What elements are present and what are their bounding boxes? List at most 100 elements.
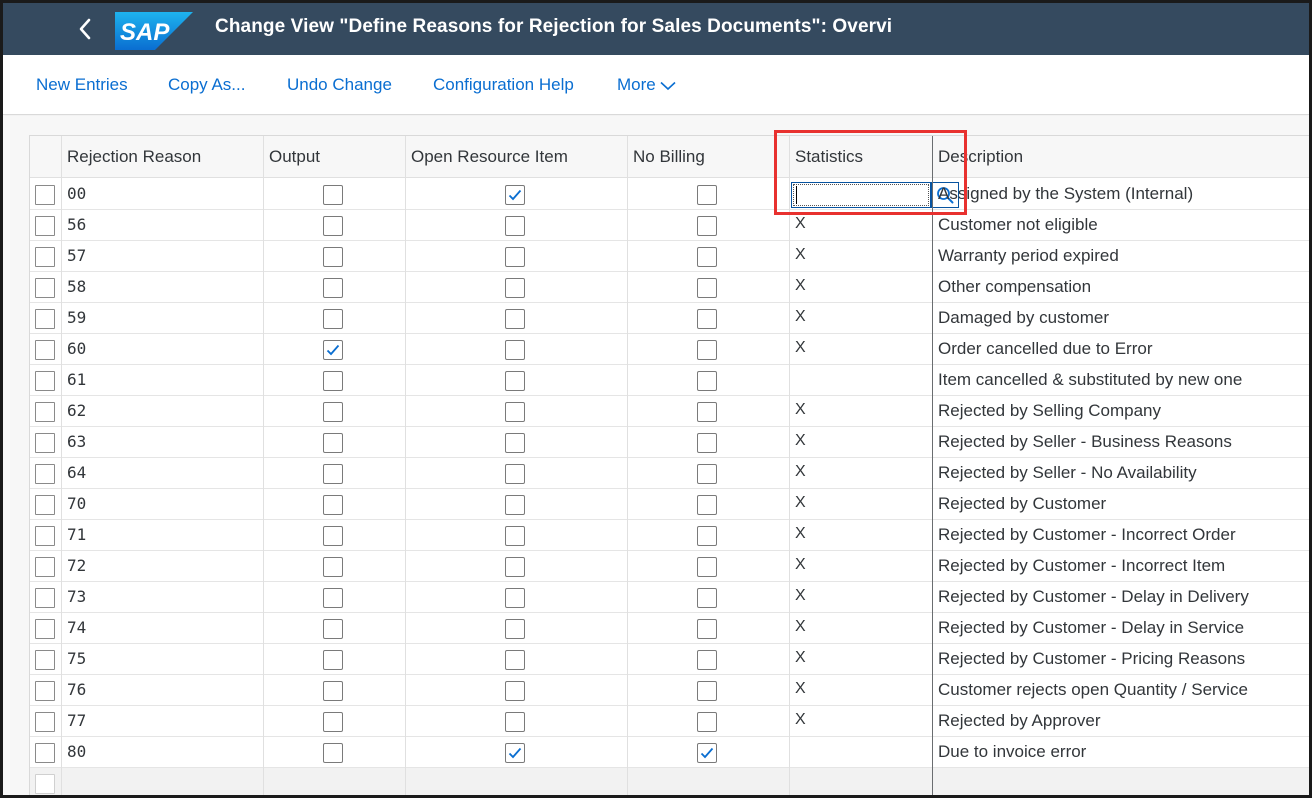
col-header-description[interactable]: Description	[938, 147, 1023, 167]
output-checkbox[interactable]	[323, 464, 343, 484]
table-row[interactable]: 73 X Rejected by Customer - Delay in Deliv…	[30, 582, 1309, 613]
no-billing-checkbox[interactable]	[697, 588, 717, 608]
no-billing-checkbox[interactable]	[697, 185, 717, 205]
table-row[interactable]: 80 Due to invoice error	[30, 737, 1309, 768]
open-resource-item-checkbox[interactable]	[505, 278, 525, 298]
output-checkbox[interactable]	[323, 340, 343, 360]
row-select-checkbox[interactable]	[35, 619, 55, 639]
open-resource-item-checkbox[interactable]	[505, 247, 525, 267]
row-select-checkbox[interactable]	[35, 650, 55, 670]
open-resource-item-checkbox[interactable]	[505, 340, 525, 360]
open-resource-item-checkbox[interactable]	[505, 216, 525, 236]
no-billing-checkbox[interactable]	[697, 402, 717, 422]
row-select-checkbox[interactable]	[35, 278, 55, 298]
new-entries-button[interactable]: New Entries	[36, 75, 128, 95]
output-checkbox[interactable]	[323, 402, 343, 422]
table-row[interactable]: 59 X Damaged by customer	[30, 303, 1309, 334]
row-select-checkbox[interactable]	[35, 495, 55, 515]
no-billing-checkbox[interactable]	[697, 247, 717, 267]
open-resource-item-checkbox[interactable]	[505, 557, 525, 577]
no-billing-checkbox[interactable]	[697, 464, 717, 484]
output-checkbox[interactable]	[323, 743, 343, 763]
output-checkbox[interactable]	[323, 371, 343, 391]
col-header-no-billing[interactable]: No Billing	[633, 147, 705, 167]
no-billing-checkbox[interactable]	[697, 681, 717, 701]
row-select-checkbox[interactable]	[35, 402, 55, 422]
table-row[interactable]: 64 X Rejected by Seller - No Availability	[30, 458, 1309, 489]
copy-as-button[interactable]: Copy As...	[168, 75, 245, 95]
statistics-input[interactable]	[791, 182, 931, 208]
open-resource-item-checkbox[interactable]	[505, 619, 525, 639]
row-select-checkbox[interactable]	[35, 743, 55, 763]
output-checkbox[interactable]	[323, 619, 343, 639]
undo-change-button[interactable]: Undo Change	[287, 75, 392, 95]
no-billing-checkbox[interactable]	[697, 557, 717, 577]
table-row[interactable]: 61 Item cancelled & substituted by new on…	[30, 365, 1309, 396]
row-select-checkbox[interactable]	[35, 557, 55, 577]
open-resource-item-checkbox[interactable]	[505, 433, 525, 453]
no-billing-checkbox[interactable]	[697, 216, 717, 236]
row-select-checkbox[interactable]	[35, 464, 55, 484]
output-checkbox[interactable]	[323, 712, 343, 732]
open-resource-item-checkbox[interactable]	[505, 464, 525, 484]
table-row[interactable]: 62 X Rejected by Selling Company	[30, 396, 1309, 427]
row-select-checkbox[interactable]	[35, 588, 55, 608]
table-row[interactable]: 71 X Rejected by Customer - Incorrect Orde…	[30, 520, 1309, 551]
table-row[interactable]: 72 X Rejected by Customer - Incorrect Item	[30, 551, 1309, 582]
no-billing-checkbox[interactable]	[697, 371, 717, 391]
open-resource-item-checkbox[interactable]	[505, 495, 525, 515]
configuration-help-button[interactable]: Configuration Help	[433, 75, 574, 95]
row-select-checkbox[interactable]	[35, 681, 55, 701]
no-billing-checkbox[interactable]	[697, 340, 717, 360]
no-billing-checkbox[interactable]	[697, 309, 717, 329]
row-select-checkbox[interactable]	[35, 433, 55, 453]
col-header-output[interactable]: Output	[269, 147, 320, 167]
table-row[interactable]: 57 X Warranty period expired	[30, 241, 1309, 272]
more-menu-button[interactable]: More	[617, 75, 676, 95]
table-row[interactable]: 77 X Rejected by Approver	[30, 706, 1309, 737]
row-select-checkbox[interactable]	[35, 371, 55, 391]
table-row[interactable]: 56 X Customer not eligible	[30, 210, 1309, 241]
table-row[interactable]: 58 X Other compensation	[30, 272, 1309, 303]
table-row[interactable]: 76 X Customer rejects open Quantity / Serv…	[30, 675, 1309, 706]
col-header-rejection-reason[interactable]: Rejection Reason	[67, 147, 201, 167]
open-resource-item-checkbox[interactable]	[505, 371, 525, 391]
output-checkbox[interactable]	[323, 309, 343, 329]
output-checkbox[interactable]	[323, 495, 343, 515]
row-select-checkbox[interactable]	[35, 309, 55, 329]
no-billing-checkbox[interactable]	[697, 495, 717, 515]
table-row[interactable]: 00 Assigned by the System (Internal)	[30, 179, 1309, 210]
open-resource-item-checkbox[interactable]	[505, 743, 525, 763]
table-row[interactable]: 74 X Rejected by Customer - Delay in Servi…	[30, 613, 1309, 644]
table-row[interactable]: 63 X Rejected by Seller - Business Reasons	[30, 427, 1309, 458]
output-checkbox[interactable]	[323, 216, 343, 236]
row-select-checkbox[interactable]	[35, 247, 55, 267]
open-resource-item-checkbox[interactable]	[505, 526, 525, 546]
row-select-checkbox[interactable]	[35, 340, 55, 360]
no-billing-checkbox[interactable]	[697, 526, 717, 546]
open-resource-item-checkbox[interactable]	[505, 650, 525, 670]
back-button[interactable]	[67, 11, 103, 47]
open-resource-item-checkbox[interactable]	[505, 402, 525, 422]
output-checkbox[interactable]	[323, 433, 343, 453]
output-checkbox[interactable]	[323, 526, 343, 546]
col-header-statistics[interactable]: Statistics	[795, 147, 863, 167]
output-checkbox[interactable]	[323, 588, 343, 608]
no-billing-checkbox[interactable]	[697, 743, 717, 763]
output-checkbox[interactable]	[323, 650, 343, 670]
output-checkbox[interactable]	[323, 247, 343, 267]
no-billing-checkbox[interactable]	[697, 619, 717, 639]
no-billing-checkbox[interactable]	[697, 650, 717, 670]
output-checkbox[interactable]	[323, 185, 343, 205]
no-billing-checkbox[interactable]	[697, 278, 717, 298]
col-header-open-resource-item[interactable]: Open Resource Item	[411, 147, 568, 167]
open-resource-item-checkbox[interactable]	[505, 681, 525, 701]
output-checkbox[interactable]	[323, 557, 343, 577]
table-row[interactable]: 60 X Order cancelled due to Error	[30, 334, 1309, 365]
table-row[interactable]: 75 X Rejected by Customer - Pricing Reason…	[30, 644, 1309, 675]
row-select-checkbox[interactable]	[35, 712, 55, 732]
no-billing-checkbox[interactable]	[697, 433, 717, 453]
row-select-checkbox[interactable]	[35, 216, 55, 236]
row-select-checkbox[interactable]	[35, 185, 55, 205]
table-row[interactable]: 70 X Rejected by Customer	[30, 489, 1309, 520]
